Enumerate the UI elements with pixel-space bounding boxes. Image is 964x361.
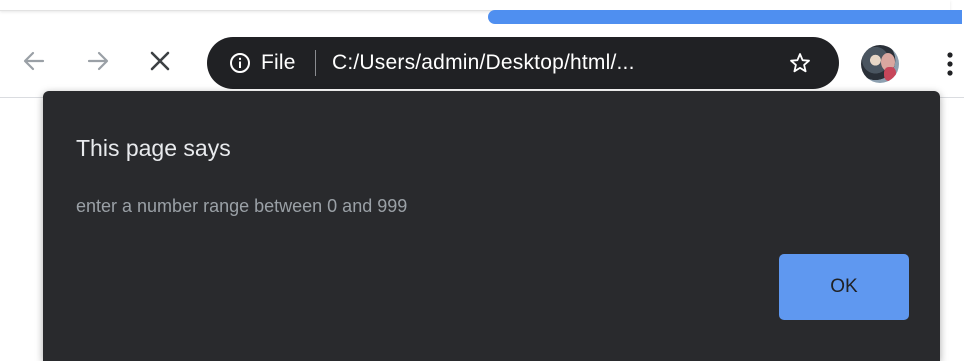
close-icon	[150, 51, 170, 71]
arrow-left-icon	[23, 51, 45, 71]
arrow-right-icon	[87, 51, 109, 71]
site-scheme-label[interactable]: File	[261, 37, 296, 89]
back-button[interactable]	[14, 39, 54, 83]
dialog-message: enter a number range between 0 and 999	[76, 196, 408, 216]
url-text[interactable]: C:/Users/admin/Desktop/html/...	[332, 37, 635, 89]
info-icon[interactable]	[229, 52, 251, 74]
dialog-title: This page says	[76, 135, 231, 161]
alert-dialog: This page says enter a number range betw…	[43, 91, 940, 361]
stop-loading-button[interactable]	[140, 39, 180, 83]
address-bar[interactable]: File C:/Users/admin/Desktop/html/...	[207, 37, 839, 89]
avatar-detail	[884, 67, 896, 81]
browser-menu-button[interactable]	[938, 46, 962, 82]
omnibox-separator	[315, 50, 316, 76]
window-top-strip	[0, 0, 964, 27]
more-vertical-icon	[947, 52, 953, 76]
active-tab-indicator	[488, 10, 962, 24]
profile-avatar[interactable]	[861, 45, 899, 83]
star-icon[interactable]	[788, 51, 812, 75]
forward-button[interactable]	[78, 39, 118, 83]
ok-button[interactable]: OK	[779, 254, 909, 320]
